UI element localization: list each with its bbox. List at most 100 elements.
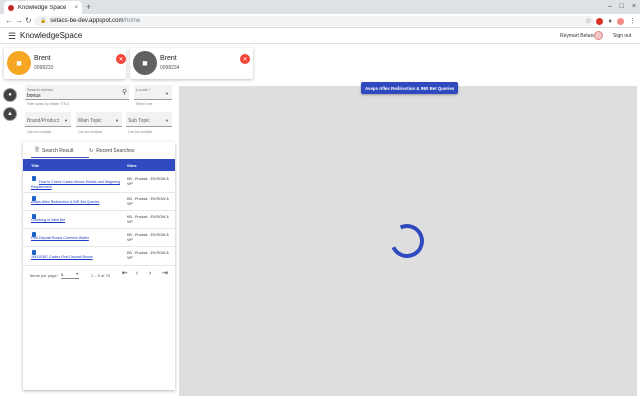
article-link[interactable]: How to Check Casino Bonus Details and Wa… xyxy=(31,180,123,189)
items-per-page-select[interactable]: 5 ▼ xyxy=(61,272,79,279)
lock-icon: 🔒 xyxy=(40,18,47,24)
items-per-page-value: 5 xyxy=(61,272,64,277)
search-input-value: bonus xyxy=(27,93,41,99)
star-icon[interactable]: ☆ xyxy=(585,17,591,25)
customer-name: Brent xyxy=(34,55,51,62)
sub-topic-placeholder: Sub Topic xyxy=(128,118,150,124)
window-controls: – □ × xyxy=(608,1,636,13)
app-header: ☰ KnowledgeSpace Reymart Betana Sign out xyxy=(0,28,640,44)
reload-icon[interactable]: ↻ xyxy=(25,14,32,28)
items-per-page-label: Items per page: xyxy=(30,273,58,278)
sign-out-link[interactable]: Sign out xyxy=(613,32,631,40)
sub-topic-hint: Can be multiple xyxy=(128,130,153,134)
profile-icon[interactable] xyxy=(617,17,624,25)
toolbar-actions: ☆ ♦ ⋮ xyxy=(585,16,636,26)
chevron-down-icon: ▼ xyxy=(115,118,119,123)
maximize-button[interactable]: □ xyxy=(620,1,624,13)
customer-card-1[interactable]: ■ Brent 0098233 ✕ xyxy=(4,48,126,79)
puzzle-icon[interactable]: ♦ xyxy=(608,18,612,25)
tab-search-result[interactable]: 🗎 Search Result xyxy=(35,145,73,157)
search-input[interactable]: Search entries bonus ⚲ Filter posts by a… xyxy=(25,85,129,109)
tab-recent-searches[interactable]: ↻ Recent Searches xyxy=(89,145,135,157)
tab-recent-searches-label: Recent Searches xyxy=(96,148,135,154)
article-site: KB - Product - EN ROW & VIP xyxy=(127,233,169,242)
browser-tabstrip: Knowledge Space × + – □ × xyxy=(0,0,640,14)
next-page-button[interactable]: › xyxy=(149,270,151,278)
search-icon[interactable]: ⚲ xyxy=(122,88,127,96)
previous-page-button[interactable]: ‹ xyxy=(136,270,138,278)
article-link[interactable]: Aveps Aflex Redirection & INR Bet Querie… xyxy=(31,200,123,205)
table-header: Title Sites xyxy=(23,159,175,171)
active-tab-indicator xyxy=(31,157,89,158)
browser-toolbar: ← → ↻ 🔒 setacs-be-dev.appspot.com/home ☆… xyxy=(0,14,640,28)
page-range: 1 – 5 of 75 xyxy=(91,273,110,278)
locale-label: Locale * xyxy=(136,87,151,92)
main-topic-select[interactable]: Main Topic ▼ Can be multiple xyxy=(76,112,122,136)
article-site: KB - Product - EN ROW & VIP xyxy=(127,177,169,186)
customer-id: 0098234 xyxy=(160,65,180,71)
menu-icon[interactable]: ⋮ xyxy=(629,17,636,25)
url-path: /home xyxy=(123,18,141,24)
article-title-chip: Aveps Aflex Redirection & INR Bet Querie… xyxy=(361,82,459,94)
locale-hint: Select one xyxy=(136,102,153,106)
url-host: setacs-be-dev.appspot.com xyxy=(50,18,124,24)
address-bar[interactable]: 🔒 setacs-be-dev.appspot.com/home xyxy=(34,16,594,26)
new-tab-button[interactable]: + xyxy=(86,1,91,13)
document-search-icon: 🗎 xyxy=(35,147,40,153)
customer-card-2[interactable]: ■ Brent 0098234 ✕ xyxy=(130,48,253,79)
forward-icon[interactable]: → xyxy=(15,14,23,28)
table-row[interactable]: XM110387 Casino First Deposit Bonus KB -… xyxy=(23,247,175,266)
extension-icon[interactable] xyxy=(596,17,604,25)
close-customer-button[interactable]: ✕ xyxy=(240,54,250,64)
customer-name: Brent xyxy=(160,55,177,62)
brand-product-hint: Can be multiple xyxy=(27,130,52,134)
table-row[interactable]: First Deposit Bonus Common Wallet KB - P… xyxy=(23,229,175,247)
main-topic-placeholder: Main Topic xyxy=(78,118,102,124)
brand-product-select[interactable]: Brand/Product ▼ Can be multiple xyxy=(25,112,71,136)
history-icon: ↻ xyxy=(89,148,94,154)
brand-product-placeholder: Brand/Product xyxy=(27,118,59,124)
knowledge-icon[interactable]: ▲ xyxy=(3,107,17,121)
chat-icon: ■ xyxy=(133,51,157,75)
search-hint: Filter posts by article TITLE xyxy=(27,102,70,106)
column-header-title[interactable]: Title xyxy=(31,163,39,168)
article-link[interactable]: XM110387 Casino First Deposit Bonus xyxy=(31,255,123,260)
chevron-down-icon: ▼ xyxy=(64,118,68,123)
avatar[interactable] xyxy=(594,31,603,40)
results-card: 🗎 Search Result ↻ Recent Searches Title … xyxy=(23,142,175,390)
tab-search-result-label: Search Result xyxy=(42,148,74,154)
table-row[interactable]: Checking of Valid Bet KB - Product - EN … xyxy=(23,211,175,229)
agent-icon[interactable]: ● xyxy=(3,88,17,102)
chevron-down-icon: ▼ xyxy=(165,118,169,123)
table-row[interactable]: Aveps Aflex Redirection & INR Bet Querie… xyxy=(23,193,175,211)
article-link[interactable]: Checking of Valid Bet xyxy=(31,218,123,223)
locale-select[interactable]: Locale * ▼ Select one xyxy=(134,85,172,109)
chat-icon: ■ xyxy=(7,51,31,75)
browser-tab[interactable]: Knowledge Space × xyxy=(4,1,82,14)
article-site: KB - Product - EN ROW & VIP xyxy=(127,251,169,260)
article-site: KB - Product - EN ROW & VIP xyxy=(127,197,169,206)
close-customer-button[interactable]: ✕ xyxy=(116,54,126,64)
user-name: Reymart Betana xyxy=(560,33,597,39)
table-row[interactable]: How to Check Casino Bonus Details and Wa… xyxy=(23,173,175,193)
first-page-button[interactable]: ⇤ xyxy=(122,270,128,278)
article-link[interactable]: First Deposit Bonus Common Wallet xyxy=(31,236,123,241)
customer-id: 0098233 xyxy=(34,65,54,71)
app-title: KnowledgeSpace xyxy=(20,31,83,40)
hamburger-menu-icon[interactable]: ☰ xyxy=(8,31,16,41)
back-icon[interactable]: ← xyxy=(5,14,13,28)
chevron-down-icon: ▼ xyxy=(75,272,79,276)
last-page-button[interactable]: ⇥ xyxy=(162,270,168,278)
tab-title: Knowledge Space xyxy=(18,4,67,11)
favicon-icon xyxy=(8,4,14,11)
chevron-down-icon: ▼ xyxy=(165,91,169,96)
column-header-sites[interactable]: Sites xyxy=(127,163,137,168)
search-input-label: Search entries xyxy=(27,87,53,92)
sub-topic-select[interactable]: Sub Topic ▼ Can be multiple xyxy=(126,112,172,136)
tab-close-icon[interactable]: × xyxy=(74,5,78,11)
paginator: Items per page: 5 ▼ 1 – 5 of 75 ⇤ ‹ › ⇥ xyxy=(23,269,175,281)
minimize-button[interactable]: – xyxy=(608,1,612,13)
close-window-button[interactable]: × xyxy=(632,1,636,13)
main-topic-hint: Can be multiple xyxy=(78,130,103,134)
article-site: KB - Product - EN ROW & VIP xyxy=(127,215,169,224)
